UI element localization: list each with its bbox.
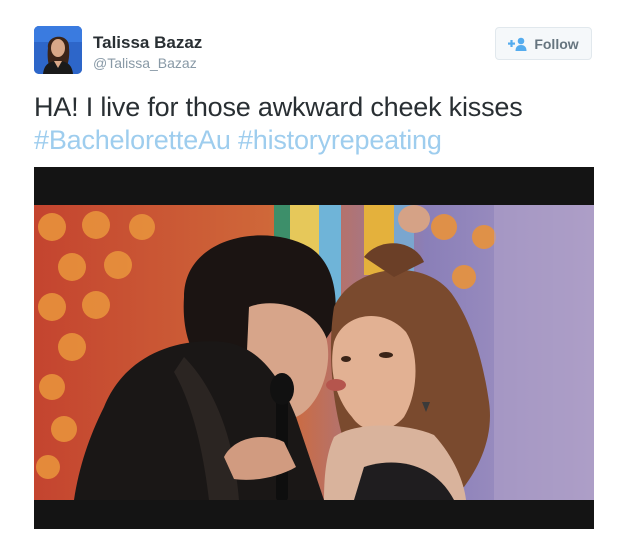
avatar-photo [34,26,82,74]
tweet-media-photo[interactable] [34,167,594,529]
user-avatar[interactable] [34,26,82,74]
add-user-icon [508,37,528,51]
user-handle[interactable]: @Talissa_Bazaz [93,55,197,71]
tweet-text: HA! I live for those awkward cheek kisse… [34,91,604,157]
hashtag-link[interactable]: #historyrepeating [238,125,442,155]
tweet-body: HA! I live for those awkward cheek kisse… [34,92,523,122]
follow-button[interactable]: Follow [495,27,592,60]
hashtag-link[interactable]: #BacheloretteAu [34,125,231,155]
tweet-card: Talissa Bazaz @Talissa_Bazaz Follow HA! … [0,0,629,539]
user-display-name[interactable]: Talissa Bazaz [93,33,202,53]
follow-button-label: Follow [534,35,579,52]
photo-image [34,167,594,529]
